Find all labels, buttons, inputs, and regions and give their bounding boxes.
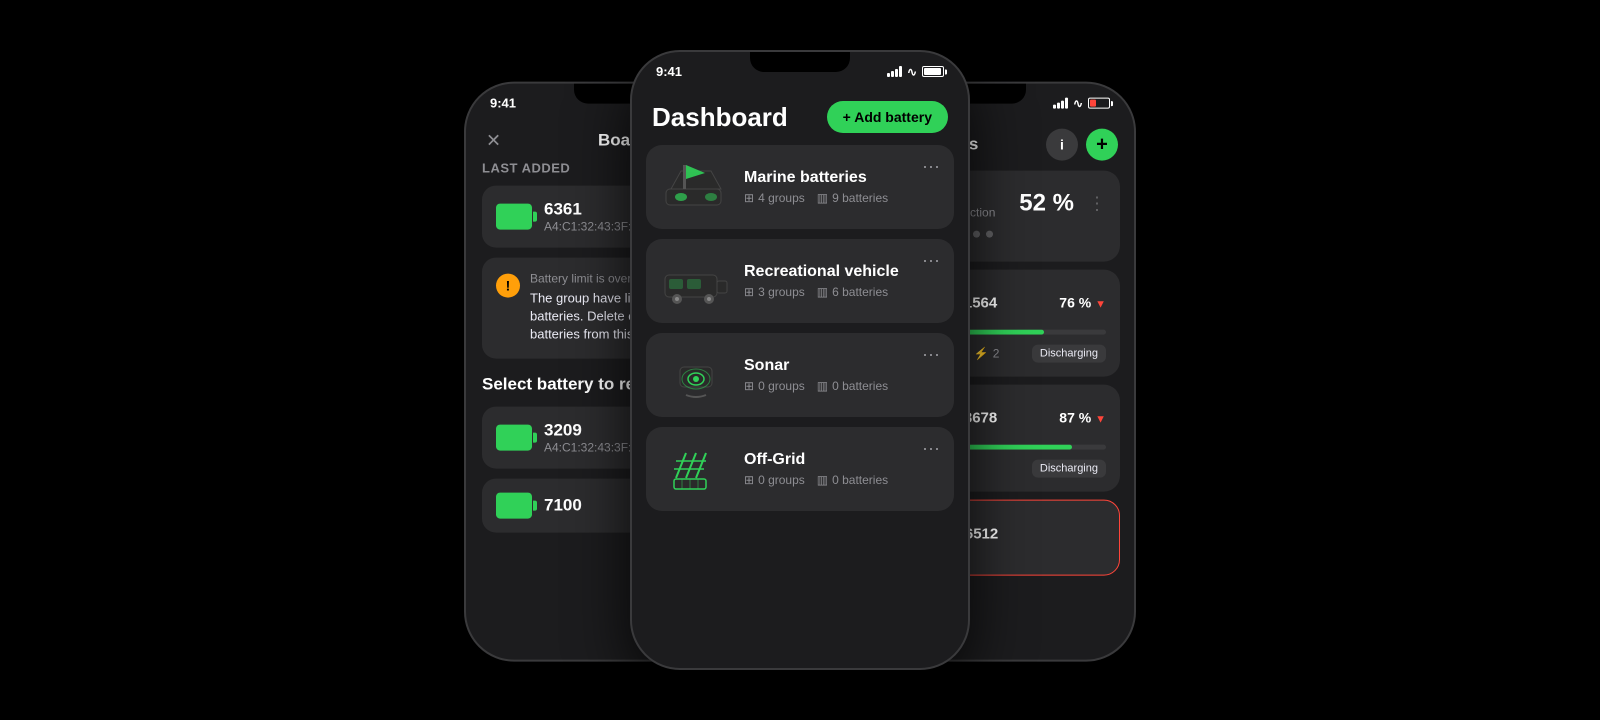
rv-icon: [660, 253, 732, 309]
more-icon-offgrid[interactable]: ⋯: [922, 439, 940, 460]
dashboard-title: Dashboard: [652, 102, 788, 133]
wifi-icon-right: ∿: [1073, 96, 1083, 110]
sonar-groups: ⊞ 0 groups: [744, 379, 805, 393]
warning-icon: !: [496, 274, 520, 298]
battery-percent-1564: 76 % ▼: [1059, 295, 1106, 311]
dashboard-item-offgrid[interactable]: Off-Grid ⊞ 0 groups ▥ 0 batteries ⋯: [646, 427, 954, 511]
rv-batteries: ▥ 6 batteries: [817, 285, 888, 299]
signal-icon-right: [1053, 98, 1068, 109]
offgrid-groups: ⊞ 0 groups: [744, 473, 805, 487]
status-badge-1564: Discharging: [1032, 345, 1106, 363]
group-more-icon[interactable]: ⋮: [1088, 193, 1106, 214]
battery-green-icon-7100: [496, 492, 532, 518]
add-battery-button[interactable]: + Add battery: [827, 101, 948, 133]
sonar-name: Sonar: [744, 357, 940, 375]
wifi-icon-center: ∿: [907, 65, 917, 79]
more-icon-rv[interactable]: ⋯: [922, 251, 940, 272]
signal-icon-center: [887, 66, 902, 77]
down-arrow-3678: ▼: [1095, 414, 1106, 426]
group-icon-offgrid: ⊞: [744, 473, 754, 487]
cells-stat-1564: ⚡ 2: [974, 347, 1000, 361]
dot-3: [986, 231, 993, 238]
battery-percent-3678: 87 % ▼: [1059, 410, 1106, 426]
group-icon-sonar: ⊞: [744, 379, 754, 393]
group-icon-rv: ⊞: [744, 285, 754, 299]
group-percent: 52 %: [1019, 190, 1074, 218]
add-group-button[interactable]: +: [1086, 129, 1118, 161]
battery-icon-rv: ▥: [817, 285, 828, 299]
rv-groups: ⊞ 3 groups: [744, 285, 805, 299]
dashboard-item-rv[interactable]: Recreational vehicle ⊞ 3 groups ▥ 6 batt…: [646, 239, 954, 323]
marine-icon: [660, 159, 732, 215]
dashboard-header: Dashboard + Add battery: [632, 85, 968, 145]
group-icon-marine: ⊞: [744, 191, 754, 205]
battery-icon-marine: ▥: [817, 191, 828, 205]
marine-groups: ⊞ 4 groups: [744, 191, 805, 205]
center-phone: 9:41 ∿ Dashboard + Add battery: [630, 50, 970, 670]
cells-icon-1564: ⚡: [974, 347, 989, 361]
sonar-batteries: ▥ 0 batteries: [817, 379, 888, 393]
more-icon-marine[interactable]: ⋯: [922, 157, 940, 178]
info-button[interactable]: i: [1046, 129, 1078, 161]
offgrid-batteries: ▥ 0 batteries: [817, 473, 888, 487]
battery-icon-offgrid: ▥: [817, 473, 828, 487]
battery-green-icon-3209: [496, 424, 532, 450]
sonar-icon: [660, 347, 732, 403]
battery-icon-right: [1088, 98, 1110, 109]
marine-batteries: ▥ 9 batteries: [817, 191, 888, 205]
rv-name: Recreational vehicle: [744, 263, 940, 281]
status-time-left: 9:41: [490, 96, 516, 111]
offgrid-name: Off-Grid: [744, 451, 940, 469]
notch-center: [750, 52, 850, 72]
status-icons-center: ∿: [887, 65, 944, 79]
dot-2: [973, 231, 980, 238]
dashboard-item-sonar[interactable]: Sonar ⊞ 0 groups ▥ 0 batteries ⋯: [646, 333, 954, 417]
more-icon-sonar[interactable]: ⋯: [922, 345, 940, 366]
battery-icon-sonar: ▥: [817, 379, 828, 393]
dashboard-item-marine[interactable]: Marine batteries ⊞ 4 groups ▥ 9 batterie…: [646, 145, 954, 229]
battery-num-7100: 7100: [544, 495, 582, 515]
status-icons-right: ∿: [1053, 96, 1110, 110]
offgrid-icon: [660, 441, 732, 497]
battery-icon-center: [922, 66, 944, 77]
marine-name: Marine batteries: [744, 169, 940, 187]
battery-icon-green: [496, 204, 532, 230]
status-time-center: 9:41: [656, 64, 682, 79]
dashboard-list: Marine batteries ⊞ 4 groups ▥ 9 batterie…: [632, 145, 968, 511]
down-arrow-1564: ▼: [1095, 299, 1106, 311]
close-button[interactable]: ✕: [486, 130, 501, 151]
status-badge-3678: Discharging: [1032, 460, 1106, 478]
